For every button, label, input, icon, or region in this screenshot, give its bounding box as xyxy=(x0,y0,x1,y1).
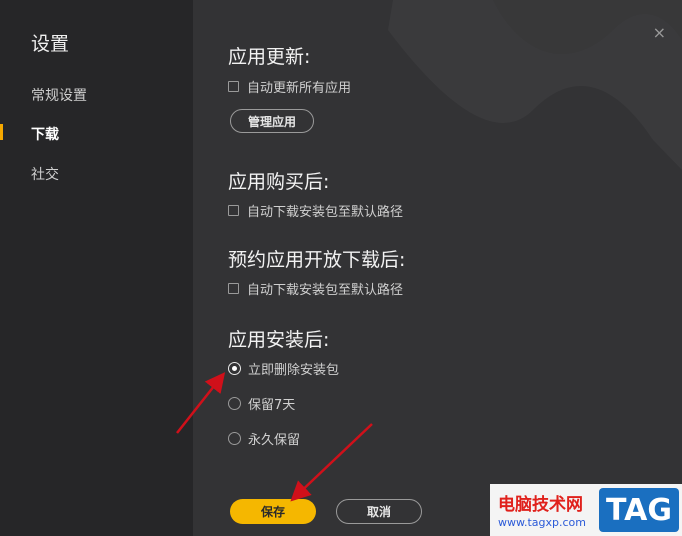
watermark: 电脑技术网 www.tagxp.com TAG xyxy=(490,484,682,536)
annotation-arrows xyxy=(176,372,373,502)
watermark-url: www.tagxp.com xyxy=(498,516,586,529)
watermark-tag-logo: TAG xyxy=(599,488,679,532)
arrow-to-save xyxy=(290,423,373,502)
arrow-to-radio xyxy=(176,372,226,434)
watermark-text: 电脑技术网 xyxy=(498,495,583,515)
